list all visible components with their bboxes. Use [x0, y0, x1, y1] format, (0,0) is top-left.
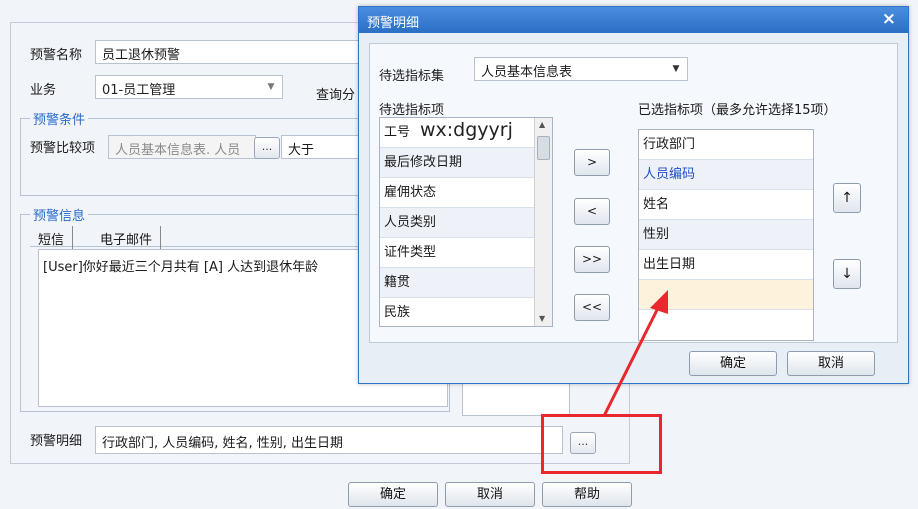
arrow-line — [602, 303, 662, 417]
arrow-head — [650, 290, 668, 314]
annotation-arrow — [602, 290, 668, 417]
